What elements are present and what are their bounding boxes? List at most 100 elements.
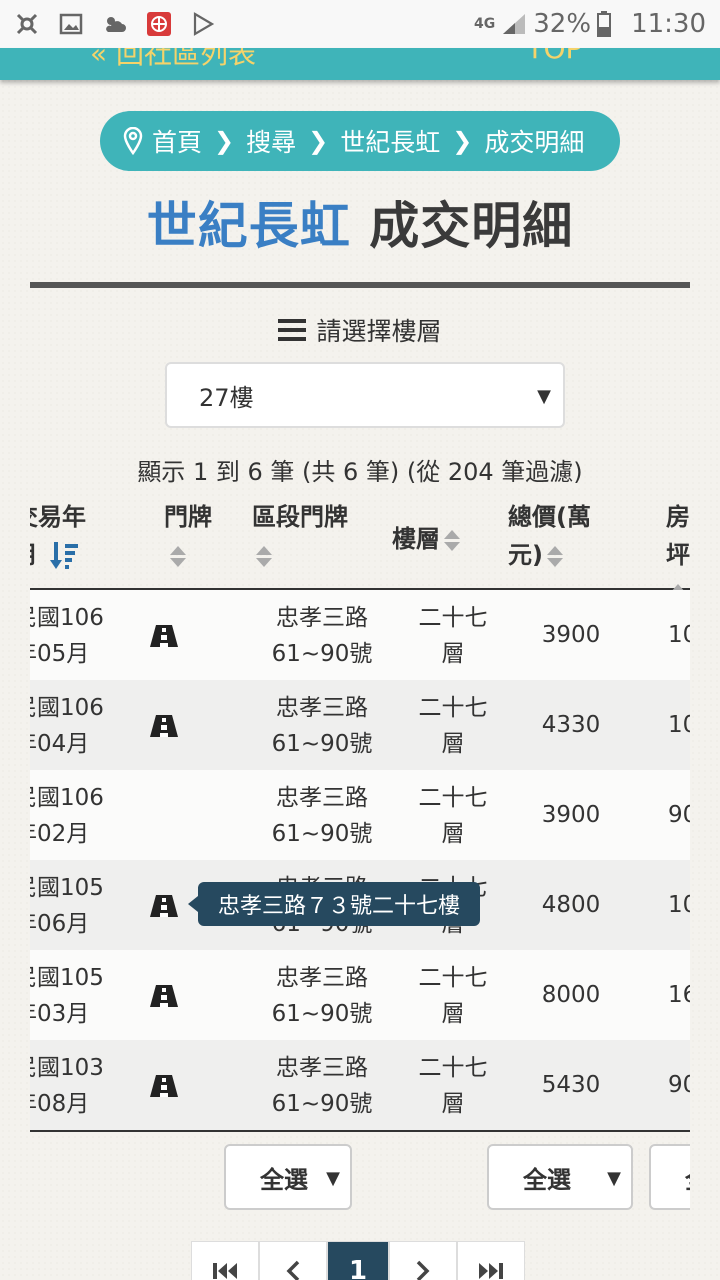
trade-date-month: 年06月 — [30, 911, 90, 937]
total-price: 4330 — [541, 712, 601, 738]
clock: 11:30 — [631, 9, 706, 39]
breadcrumb-search[interactable]: 搜尋 — [246, 123, 296, 159]
sort-icon — [546, 545, 563, 567]
floor-value: 二十七層 — [398, 780, 508, 852]
trade-date: 民國103 年08月 — [30, 1050, 144, 1122]
floor-line2: 層 — [441, 731, 465, 757]
floor-line2: 層 — [441, 1001, 465, 1027]
trade-date-month: 年05月 — [30, 641, 90, 667]
prev-page-button[interactable] — [259, 1241, 327, 1280]
settings-icon — [14, 11, 40, 37]
floor-line1: 二十七 — [418, 605, 488, 631]
dropdown-arrow-icon: ▼ — [326, 1168, 340, 1189]
address-road: 忠孝三路 — [276, 785, 368, 811]
trade-date: 民國106 年04月 — [30, 690, 144, 762]
header-price[interactable]: 總價(萬 元) — [508, 498, 591, 574]
floor-select[interactable]: 27樓 ▼ — [165, 362, 565, 428]
next-page-button[interactable] — [389, 1241, 457, 1280]
address-numbers: 61~90號 — [271, 731, 373, 757]
address-range: 忠孝三路 61~90號 — [262, 600, 382, 672]
breadcrumb-current: 成交明細 — [484, 128, 585, 157]
address-range: 忠孝三路 61~90號 — [262, 690, 382, 762]
header-date[interactable]: 交易年 月 — [30, 498, 144, 574]
floor-value: 二十七層 — [398, 600, 508, 672]
trade-date: 民國105 年03月 — [30, 960, 144, 1032]
floor-filter-label: 請選擇樓層 — [0, 312, 720, 348]
house-area: 90 — [668, 802, 690, 828]
house-number-icon[interactable] — [150, 982, 178, 1007]
last-page-icon — [479, 1263, 503, 1279]
current-page-button[interactable]: 1 — [327, 1241, 389, 1280]
sort-icon — [256, 545, 272, 567]
trade-date: 民國106 年05月 — [30, 600, 144, 672]
breadcrumb: 首頁 ❯ 搜尋 ❯ 世紀長虹 ❯ 成交明細 — [100, 111, 620, 171]
floor-value: 二十七層 — [398, 1050, 508, 1122]
menu-icon — [278, 319, 307, 341]
address-numbers: 61~90號 — [271, 1001, 373, 1027]
title-divider — [30, 282, 690, 288]
column-filter-value: 全選 — [260, 1165, 308, 1194]
trade-date-year: 民國105 — [30, 875, 104, 901]
header-price-line1: 總價(萬 — [508, 503, 591, 531]
total-price: 3900 — [541, 622, 601, 648]
trade-date-year: 民國103 — [30, 1055, 104, 1081]
header-date-line1: 交易年 — [30, 503, 86, 531]
house-area: 102 — [668, 622, 690, 648]
address-numbers: 61~90號 — [271, 1091, 373, 1117]
address-road: 忠孝三路 — [276, 965, 368, 991]
floor-line1: 二十七 — [418, 965, 488, 991]
chevron-right-icon — [416, 1260, 430, 1280]
first-page-button[interactable] — [191, 1241, 259, 1280]
floor-value: 二十七層 — [398, 690, 508, 762]
floor-line1: 二十七 — [418, 785, 488, 811]
back-to-top-link[interactable]: ⌃ TOP — [494, 48, 582, 65]
transactions-table: 交易年 月 門牌 區段門牌 樓層 總價(萬 元) 房屋坪 — [30, 490, 690, 1134]
play-store-icon — [190, 11, 216, 37]
chevron-left-icon — [286, 1260, 300, 1280]
sort-icon — [444, 529, 460, 551]
last-page-button[interactable] — [457, 1241, 525, 1280]
column-filter-select[interactable]: 全 — [649, 1144, 690, 1210]
floor-line2: 層 — [441, 1091, 465, 1117]
house-number-icon[interactable] — [150, 622, 178, 647]
breadcrumb-community[interactable]: 世紀長虹 — [340, 123, 440, 159]
record-count: 顯示 1 到 6 筆 (共 6 筆) (從 204 筆過濾) — [137, 458, 583, 486]
house-number-icon[interactable] — [150, 712, 178, 737]
header-address[interactable]: 區段門牌 — [252, 498, 348, 574]
trade-date: 民國106 年02月 — [30, 780, 144, 852]
dropdown-arrow-icon: ▼ — [607, 1168, 621, 1189]
column-filter-select[interactable]: 全選 ▼ — [224, 1144, 352, 1210]
chevron-right-icon: ❯ — [308, 127, 329, 155]
total-price: 8000 — [541, 982, 601, 1008]
network-type: 4G — [474, 16, 496, 32]
column-filter-select[interactable]: 全選 ▼ — [487, 1144, 633, 1210]
address-range: 忠孝三路 61~90號 — [262, 1050, 382, 1122]
house-number-icon[interactable] — [150, 1072, 178, 1097]
house-area: 102 — [668, 892, 690, 918]
app-icon — [146, 11, 172, 37]
floor-line1: 二十七 — [418, 1055, 488, 1081]
header-door[interactable]: 門牌 — [164, 498, 212, 574]
column-filter-row: 全選 ▼ 全選 ▼ 全 — [30, 1140, 690, 1220]
table-body: 民國106年05月忠孝三路61~90號二十七層3900102民國106年04月忠… — [30, 590, 690, 1130]
table-row: 民國103年08月忠孝三路61~90號二十七層543090 — [30, 1040, 690, 1130]
house-number-icon[interactable] — [150, 892, 178, 917]
column-filter-value: 全 — [685, 1160, 690, 1195]
pagination: 1 — [191, 1241, 525, 1280]
header-floor[interactable]: 樓層 — [392, 520, 460, 558]
total-price: 3900 — [541, 802, 601, 828]
floor-filter-text: 請選擇樓層 — [316, 317, 442, 346]
breadcrumb-home[interactable]: 首頁 — [152, 123, 202, 159]
table-row: 民國106 年05月 忠孝三路61~90號二十七層 3900 102 — [30, 590, 690, 680]
floor-select-value: 27樓 — [199, 383, 254, 412]
top-nav-bar: « 回社區列表 ⌃ TOP — [0, 48, 720, 80]
back-to-list-link[interactable]: « 回社區列表 — [90, 48, 256, 72]
battery-percent: 32% — [533, 9, 592, 39]
weather-icon — [102, 11, 128, 37]
status-bar: 4G 32% 11:30 — [0, 0, 720, 48]
title-suffix: 成交明細 — [369, 197, 574, 255]
table-footer-rule — [30, 1130, 690, 1132]
table-row: 民國105年03月忠孝三路61~90號二十七層8000169 — [30, 950, 690, 1040]
total-price: 5430 — [541, 1072, 601, 1098]
trade-date-year: 民國106 — [30, 605, 104, 631]
